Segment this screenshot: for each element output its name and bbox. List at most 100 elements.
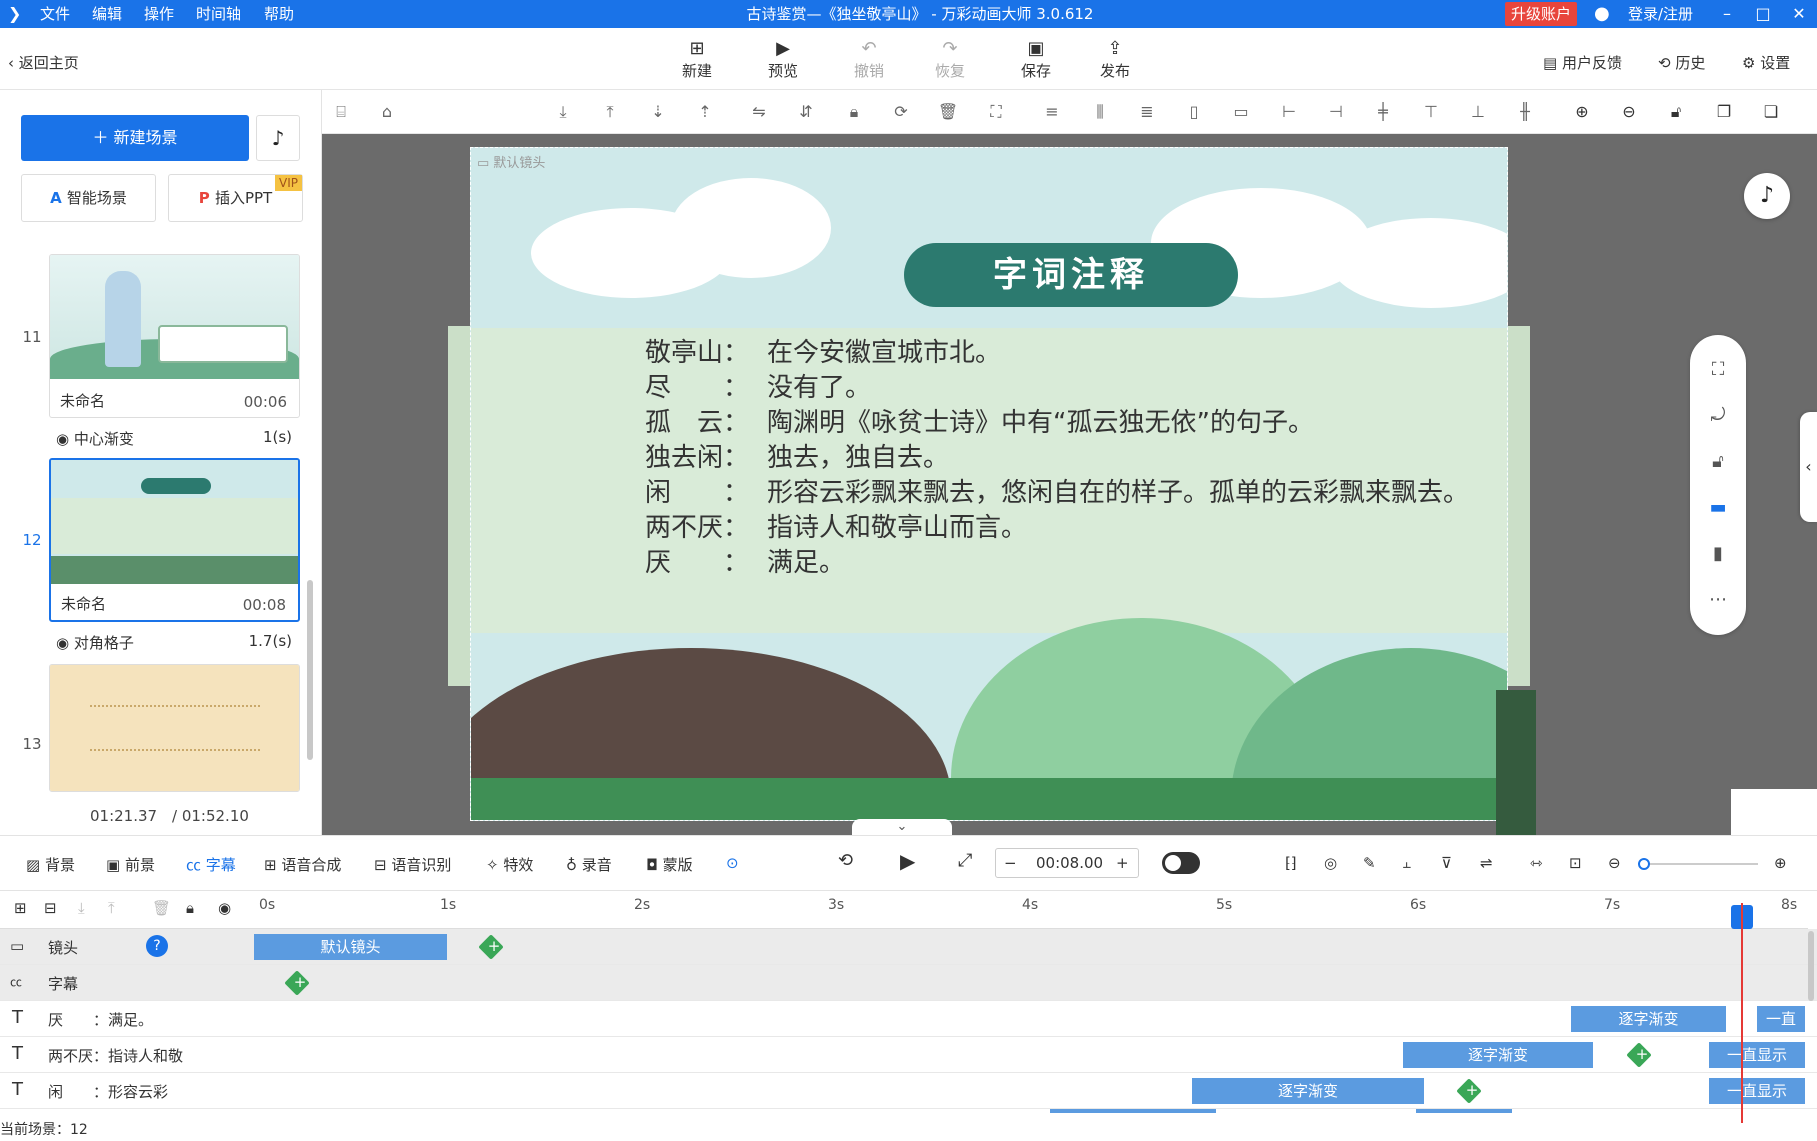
help-icon[interactable]: ?	[146, 935, 168, 957]
timeline-clip[interactable]: 逐字渐变	[1571, 1006, 1726, 1032]
maximize-icon[interactable]: □	[1746, 0, 1780, 28]
edit-icon[interactable]: ✎	[1363, 854, 1376, 872]
home-icon[interactable]: ⌂	[375, 102, 399, 121]
tab-recording[interactable]: ♁ 录音	[566, 854, 612, 875]
preview-button[interactable]: ▶ 预览	[753, 38, 813, 81]
copy-icon[interactable]: ❐	[1712, 102, 1736, 121]
collapse-toggle[interactable]: ⌄	[852, 819, 952, 835]
timeline-clip[interactable]: 一直显示	[1709, 1042, 1805, 1068]
gloss-entry[interactable]: 敬亭山： 在今安徽宣城市北。	[645, 334, 1001, 372]
menu-timeline[interactable]: 时间轴	[196, 0, 241, 28]
move-down-icon[interactable]: ⇣	[646, 102, 670, 121]
new-button[interactable]: ⊞ 新建	[667, 38, 727, 81]
more-tabs-icon[interactable]: ⊙	[726, 854, 739, 872]
fit-width-icon[interactable]: ⇿	[1530, 854, 1543, 872]
publish-button[interactable]: ⇪ 发布	[1085, 38, 1145, 81]
gloss-entry[interactable]: 孤 云： 陶渊明《咏贫士诗》中有“孤云独无依”的句子。	[645, 404, 1314, 442]
align-top-icon[interactable]: ⊤	[1419, 102, 1443, 121]
gloss-entry[interactable]: 独去闲： 独去，独自去。	[645, 439, 949, 477]
lock-icon[interactable]: 🔒︎	[186, 899, 194, 917]
timeline-clip[interactable]: 默认镜头	[254, 934, 447, 960]
eye-icon[interactable]: ◉	[218, 899, 231, 917]
scene-thumbnail-13[interactable]	[49, 664, 300, 792]
menu-operate[interactable]: 操作	[144, 0, 174, 28]
move-top-icon[interactable]: ⤒	[598, 102, 622, 122]
align-right-icon[interactable]: ⊣	[1324, 102, 1348, 121]
minimize-icon[interactable]: –	[1710, 0, 1744, 28]
back-home-link[interactable]: ‹ 返回主页	[8, 52, 79, 73]
split-icon[interactable]: ⫠	[1402, 854, 1411, 872]
smart-scene-button[interactable]: A 智能场景	[21, 174, 156, 222]
new-scene-button[interactable]: ＋ 新建场景	[21, 115, 249, 161]
timeline-clip[interactable]	[1416, 1109, 1512, 1113]
flip-vertical-icon[interactable]: ⇵	[794, 102, 818, 121]
plus-icon[interactable]: +	[1116, 849, 1129, 877]
timeline-clip[interactable]: 逐字渐变	[1192, 1078, 1424, 1104]
insert-ppt-button[interactable]: P 插入PPT VIP	[168, 174, 303, 222]
move-up-icon[interactable]: ⇡	[693, 102, 717, 121]
gloss-entry[interactable]: 闲 ： 形容云彩飘来飘去，悠闲自在的样子。孤单的云彩飘来飘去。	[645, 474, 1469, 512]
flip-horizontal-icon[interactable]: ⇋	[747, 102, 771, 121]
zoom-in-icon[interactable]: ⊕	[1570, 102, 1594, 121]
tab-foreground[interactable]: ▣ 前景	[106, 854, 155, 875]
tab-subtitle[interactable]: ㏄ 字幕	[186, 854, 236, 875]
align-center-icon[interactable]: ≡	[1040, 102, 1064, 121]
history-button[interactable]: ⟲ 历史	[1658, 52, 1705, 73]
zoom-slider[interactable]	[1638, 858, 1758, 870]
menu-file[interactable]: 文件	[40, 0, 70, 28]
gloss-entry[interactable]: 两不厌： 指诗人和敬亭山而言。	[645, 509, 1027, 547]
move-up-icon[interactable]: ⤒	[108, 899, 115, 917]
transition-row[interactable]: ◉ 中心渐变 1(s)	[56, 428, 292, 449]
slide-canvas[interactable]: ▭ 默认镜头 字词注释 敬亭山： 在今安徽宣城市北。 尽 ： 没有了。 孤 云： 陶渊…	[470, 147, 1508, 821]
timeline-row-camera[interactable]: ▭ 镜头 ? 默认镜头	[0, 929, 1817, 965]
screen-icon[interactable]: ▬	[1706, 497, 1730, 518]
background-music-icon[interactable]: ♪	[1744, 173, 1790, 219]
ratio-icon[interactable]: ⊡	[1569, 854, 1582, 872]
expand-panel-tab[interactable]: ‹	[1800, 412, 1817, 522]
upgrade-button[interactable]: 升级账户	[1505, 2, 1578, 26]
tab-background[interactable]: ▨ 背景	[26, 854, 75, 875]
add-keyframe-icon[interactable]	[1456, 1078, 1482, 1104]
settings-button[interactable]: ⚙ 设置	[1742, 52, 1790, 73]
fit-icon[interactable]: ⛶	[984, 102, 1008, 122]
unlock-icon[interactable]: 🔓︎	[1664, 102, 1688, 122]
center-v-icon[interactable]: ╫	[1513, 102, 1537, 121]
timeline-clip[interactable]	[1050, 1109, 1216, 1113]
delete-icon[interactable]: 🗑︎	[152, 899, 171, 917]
redo-button[interactable]: ↷ 恢复	[920, 38, 980, 81]
rotate-icon[interactable]: ⟳	[889, 102, 913, 121]
camera-icon[interactable]: ◎	[1324, 854, 1337, 872]
transition-row[interactable]: ◉ 对角格子 1.7(s)	[56, 632, 292, 653]
add-folder-icon[interactable]: ⊞	[14, 899, 27, 917]
time-input[interactable]: 00:08.00	[1036, 849, 1103, 877]
timeline-clip[interactable]: 逐字渐变	[1403, 1042, 1593, 1068]
expand-icon[interactable]: ⤢	[958, 850, 972, 871]
minimap-icon[interactable]	[1731, 789, 1817, 835]
gloss-entry[interactable]: 尽 ： 没有了。	[645, 369, 871, 407]
timeline-row-text[interactable]: T 两不厌：指诗人和敬 逐字渐变 一直显示	[0, 1037, 1817, 1073]
scene-thumbnail-11[interactable]: 未命名 00:06	[49, 254, 300, 418]
zoom-out-icon[interactable]: ⊖	[1617, 102, 1641, 121]
align-left-icon[interactable]: ⊢	[1277, 102, 1301, 121]
slide-title[interactable]: 字词注释	[904, 243, 1238, 307]
row-icon[interactable]: ▭	[1229, 102, 1253, 121]
move-down-icon[interactable]: ⤓	[78, 899, 85, 917]
menu-help[interactable]: 帮助	[264, 0, 294, 28]
toggle-switch[interactable]	[1162, 852, 1200, 874]
fullscreen-icon[interactable]: ⛶	[1706, 359, 1730, 380]
timeline-ruler[interactable]: 0s 1s 2s 3s 4s 5s 6s 7s 8s	[253, 891, 1808, 929]
undo-button[interactable]: ↶ 撤销	[839, 38, 899, 81]
tab-effects[interactable]: ✧ 特效	[486, 854, 533, 875]
add-keyframe-icon[interactable]	[1626, 1042, 1652, 1068]
rewind-icon[interactable]: ⟲	[838, 850, 853, 871]
minus-icon[interactable]: −	[1004, 849, 1017, 877]
distribute-icon[interactable]: ≣	[1135, 102, 1159, 121]
delete-icon[interactable]: 🗑︎	[936, 102, 960, 121]
crop-icon[interactable]: ⁅⁆	[1285, 854, 1297, 872]
timeline-row-subtitle[interactable]: ㏄ 字幕	[0, 965, 1817, 1001]
paste-icon[interactable]: ❏	[1759, 102, 1783, 121]
timeline-scrollbar[interactable]	[1808, 931, 1814, 1001]
timeline-clip[interactable]: 一直显示	[1709, 1078, 1805, 1104]
close-icon[interactable]: ✕	[1782, 0, 1816, 28]
scene-thumbnail-12[interactable]: 未命名 00:08	[49, 458, 300, 622]
